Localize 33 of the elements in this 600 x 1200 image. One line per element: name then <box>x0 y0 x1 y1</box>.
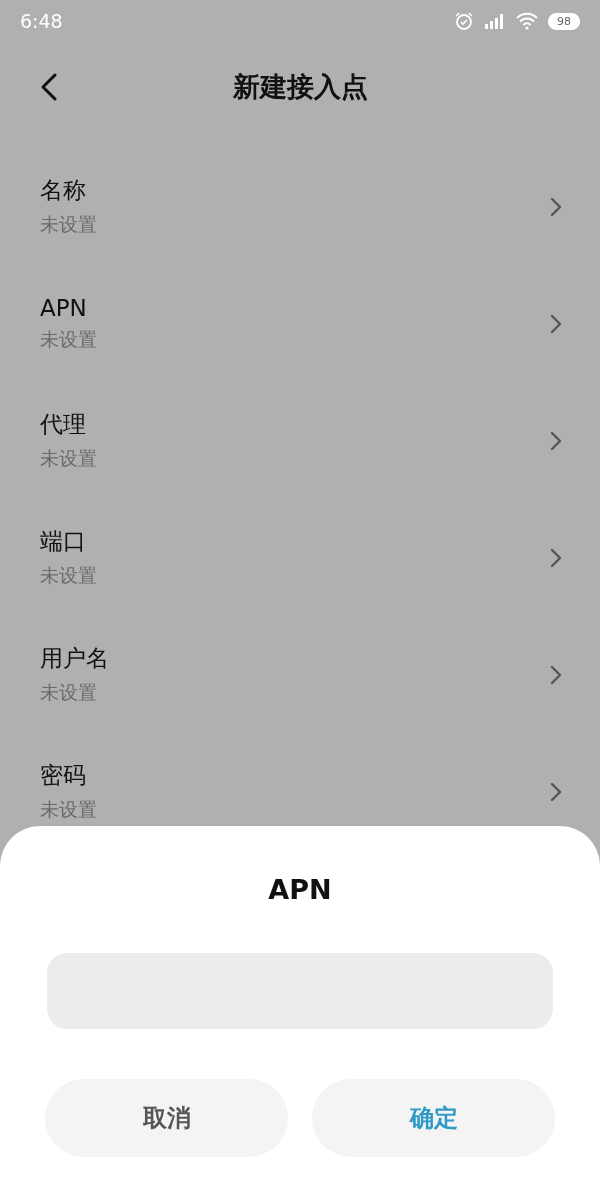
settings-row[interactable]: 端口 未设置 <box>0 499 600 616</box>
settings-row[interactable]: 密码 未设置 <box>0 733 600 850</box>
setting-label: 端口 <box>40 527 87 556</box>
setting-label: APN <box>40 294 88 321</box>
chevron-right-icon <box>550 430 562 451</box>
setting-value: 未设置 <box>40 563 97 588</box>
battery-indicator: 98 <box>548 12 580 30</box>
setting-value: 未设置 <box>40 680 98 705</box>
alarm-icon <box>454 11 474 31</box>
setting-value: 未设置 <box>40 797 97 822</box>
setting-value: 未设置 <box>40 326 97 352</box>
settings-row[interactable]: 名称 未设置 <box>0 148 600 265</box>
setting-value: 未设置 <box>40 446 97 471</box>
chevron-right-icon <box>550 547 562 568</box>
setting-label: 名称 <box>40 176 87 205</box>
back-icon[interactable] <box>40 72 58 102</box>
chevron-right-icon <box>550 781 562 802</box>
chevron-right-icon <box>550 313 562 334</box>
settings-row[interactable]: 用户名 未设置 <box>0 616 600 733</box>
dialog-title: APN <box>268 874 332 905</box>
chevron-right-icon <box>550 664 562 685</box>
setting-value: 未设置 <box>40 212 97 237</box>
setting-label: 代理 <box>40 410 87 439</box>
chevron-right-icon <box>550 196 562 217</box>
signal-icon <box>484 13 506 29</box>
settings-row[interactable]: APN 未设置 <box>0 265 600 382</box>
wifi-icon <box>516 12 538 30</box>
setting-label: 用户名 <box>40 644 109 673</box>
status-time: 6:48 <box>20 10 63 32</box>
cancel-button[interactable]: 取消 <box>45 1079 288 1157</box>
settings-row[interactable]: 代理 未设置 <box>0 382 600 499</box>
page-title: 新建接入点 <box>232 70 368 104</box>
setting-label: 密码 <box>40 761 87 790</box>
